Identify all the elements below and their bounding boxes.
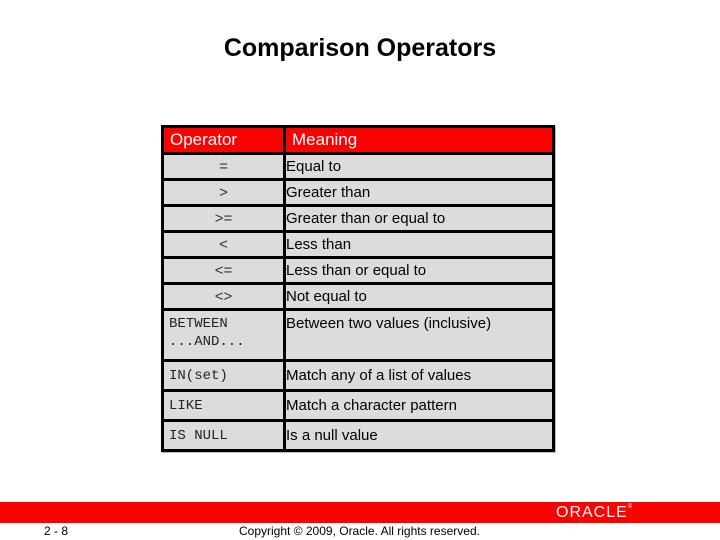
page-number: 2 - 8: [44, 524, 69, 538]
table-row: = Equal to: [161, 152, 555, 181]
table-row: >= Greater than or equal to: [161, 204, 555, 233]
meaning-cell: Less than: [283, 230, 555, 259]
header-meaning: Meaning: [283, 125, 555, 155]
operator-cell: BETWEEN ...AND...: [161, 308, 286, 362]
operator-cell: >: [161, 178, 286, 207]
copyright-notice: Copyright © 2009, Oracle. All rights res…: [239, 524, 480, 538]
oracle-logo-text: ORACLE: [556, 504, 628, 521]
table-row: IS NULL Is a null value: [161, 419, 555, 452]
comparison-operators-table: Operator Meaning = Equal to > Greater th…: [161, 125, 555, 452]
table-row: <> Not equal to: [161, 282, 555, 311]
table-row: < Less than: [161, 230, 555, 259]
meaning-cell: Less than or equal to: [283, 256, 555, 285]
meaning-cell: Equal to: [283, 152, 555, 181]
operator-cell: IS NULL: [161, 419, 286, 452]
meaning-cell: Is a null value: [283, 419, 555, 452]
slide-title: Comparison Operators: [223, 34, 497, 62]
operator-cell: <: [161, 230, 286, 259]
table-row: IN(set) Match any of a list of values: [161, 359, 555, 392]
table-row: > Greater than: [161, 178, 555, 207]
meaning-cell: Between two values (inclusive): [283, 308, 555, 362]
table-header-row: Operator Meaning: [161, 125, 555, 155]
operator-cell: <=: [161, 256, 286, 285]
operator-cell: =: [161, 152, 286, 181]
header-operator: Operator: [161, 125, 286, 155]
table-row: LIKE Match a character pattern: [161, 389, 555, 422]
registered-mark-icon: ®: [627, 504, 634, 510]
operator-cell: <>: [161, 282, 286, 311]
meaning-cell: Greater than: [283, 178, 555, 207]
operator-cell: >=: [161, 204, 286, 233]
operator-cell: IN(set): [161, 359, 286, 392]
oracle-logo: ORACLE®: [556, 504, 633, 522]
table-row: <= Less than or equal to: [161, 256, 555, 285]
meaning-cell: Not equal to: [283, 282, 555, 311]
table-row: BETWEEN ...AND... Between two values (in…: [161, 308, 555, 362]
meaning-cell: Match a character pattern: [283, 389, 555, 422]
operator-cell: LIKE: [161, 389, 286, 422]
meaning-cell: Match any of a list of values: [283, 359, 555, 392]
meaning-cell: Greater than or equal to: [283, 204, 555, 233]
